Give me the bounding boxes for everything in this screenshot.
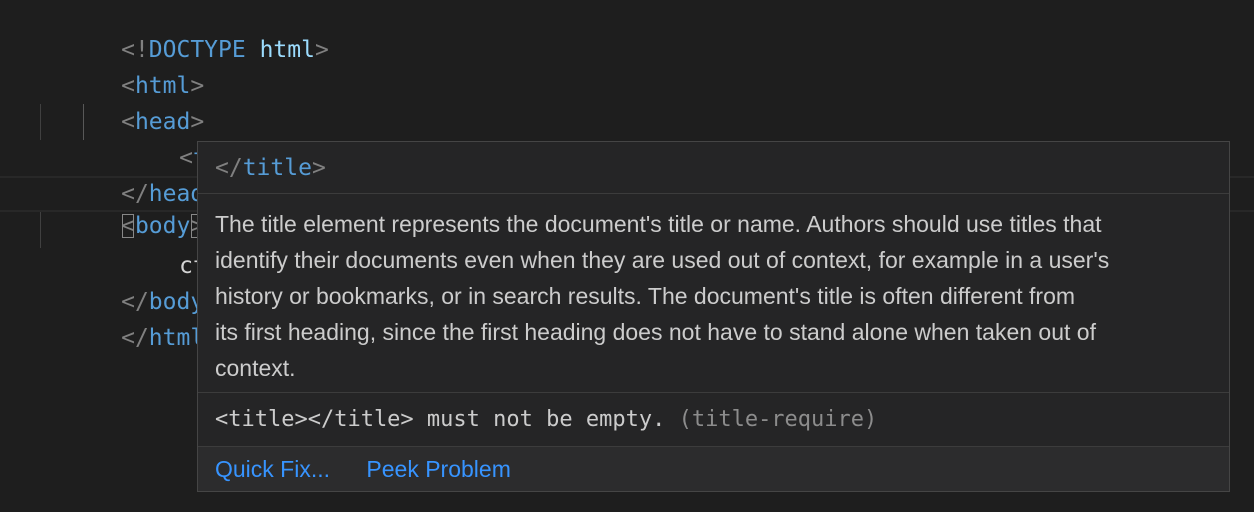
code-editor[interactable]: <!DOCTYPE html> <html> <head> <title></t… bbox=[0, 0, 1254, 512]
diagnostic-message: <title></title> must not be empty. bbox=[215, 407, 666, 432]
doc-line: history or bookmarks, or in search resul… bbox=[215, 283, 1076, 309]
hover-tooltip: </title> The title element represents th… bbox=[197, 141, 1230, 492]
tag-open-bracket: </ bbox=[121, 325, 149, 351]
hover-documentation: The title element represents the documen… bbox=[198, 194, 1229, 393]
code-line-5: </head> bbox=[0, 140, 218, 207]
code-line-7: cthis i bbox=[0, 212, 276, 279]
code-line-8: </body> bbox=[0, 248, 218, 315]
indent-guide bbox=[83, 104, 84, 140]
code-line-2: <html> bbox=[0, 32, 204, 99]
doc-line: context. bbox=[215, 355, 296, 381]
peek-problem-link[interactable]: Peek Problem bbox=[366, 456, 510, 482]
doc-line: identify their documents even when they … bbox=[215, 247, 1110, 273]
hover-diagnostic: <title></title> must not be empty. (titl… bbox=[198, 393, 1229, 447]
hover-signature: </title> bbox=[198, 142, 1229, 194]
doctype-close: > bbox=[314, 37, 329, 63]
code-line-1: <!DOCTYPE html> bbox=[0, 0, 329, 63]
doc-line: The title element represents the documen… bbox=[215, 211, 1102, 237]
diagnostic-rule: (title-require) bbox=[678, 407, 878, 432]
doctype-html: html bbox=[245, 37, 315, 63]
sig-open-bracket: </ bbox=[215, 155, 243, 181]
code-line-4: <title></title> bbox=[0, 104, 387, 171]
indent-guide bbox=[40, 212, 41, 248]
tag-name-html-close: html bbox=[148, 325, 205, 351]
code-line-3: <head> bbox=[0, 68, 204, 135]
sig-close-bracket: > bbox=[311, 155, 326, 181]
indent-guide bbox=[40, 104, 41, 140]
sig-tag-name: title bbox=[242, 155, 312, 181]
code-line-9: </html> bbox=[0, 284, 218, 351]
hover-status-bar: Quick Fix... Peek Problem bbox=[198, 446, 1229, 491]
quick-fix-link[interactable]: Quick Fix... bbox=[215, 456, 330, 482]
doc-line: its first heading, since the first headi… bbox=[215, 319, 1096, 345]
